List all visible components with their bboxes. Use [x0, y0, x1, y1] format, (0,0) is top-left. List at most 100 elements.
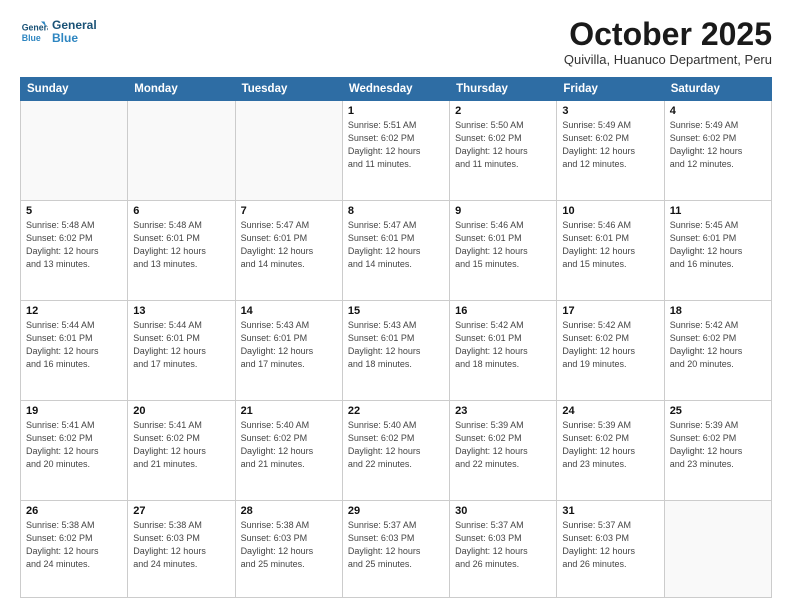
day-number: 8: [348, 205, 444, 217]
day-info: Sunrise: 5:48 AM Sunset: 6:02 PM Dayligh…: [26, 219, 122, 271]
calendar-cell: 24 Sunrise: 5:39 AM Sunset: 6:02 PM Dayli…: [557, 400, 664, 500]
day-number: 31: [562, 505, 658, 517]
calendar-cell: [664, 500, 771, 598]
calendar-cell: 7 Sunrise: 5:47 AM Sunset: 6:01 PM Daylig…: [235, 200, 342, 300]
day-info: Sunrise: 5:46 AM Sunset: 6:01 PM Dayligh…: [455, 219, 551, 271]
calendar-cell: 18 Sunrise: 5:42 AM Sunset: 6:02 PM Dayli…: [664, 300, 771, 400]
day-info: Sunrise: 5:37 AM Sunset: 6:03 PM Dayligh…: [348, 519, 444, 571]
day-info: Sunrise: 5:38 AM Sunset: 6:02 PM Dayligh…: [26, 519, 122, 571]
logo-icon: General Blue: [20, 18, 48, 46]
day-number: 15: [348, 305, 444, 317]
day-number: 21: [241, 405, 337, 417]
day-info: Sunrise: 5:44 AM Sunset: 6:01 PM Dayligh…: [26, 319, 122, 371]
calendar-cell: 11Sunrise: 5:45 AM Sunset: 6:01 PM Dayli…: [664, 200, 771, 300]
day-number: 5: [26, 205, 122, 217]
calendar-cell: 14Sunrise: 5:43 AM Sunset: 6:01 PM Dayli…: [235, 300, 342, 400]
day-info: Sunrise: 5:37 AM Sunset: 6:03 PM Dayligh…: [562, 519, 658, 571]
calendar-cell: 28 Sunrise: 5:38 AM Sunset: 6:03 PM Dayli…: [235, 500, 342, 598]
day-info: Sunrise: 5:39 AM Sunset: 6:02 PM Dayligh…: [670, 419, 766, 471]
day-number: 2: [455, 105, 551, 117]
day-number: 14: [241, 305, 337, 317]
day-info: Sunrise: 5:37 AM Sunset: 6:03 PM Dayligh…: [455, 519, 551, 571]
day-info: Sunrise: 5:42 AM Sunset: 6:02 PM Dayligh…: [562, 319, 658, 371]
calendar-cell: 15 Sunrise: 5:43 AM Sunset: 6:01 PM Dayli…: [342, 300, 449, 400]
calendar-cell: 17 Sunrise: 5:42 AM Sunset: 6:02 PM Dayli…: [557, 300, 664, 400]
day-number: 25: [670, 405, 766, 417]
calendar-cell: [128, 101, 235, 201]
day-info: Sunrise: 5:39 AM Sunset: 6:02 PM Dayligh…: [562, 419, 658, 471]
calendar-cell: 31 Sunrise: 5:37 AM Sunset: 6:03 PM Dayli…: [557, 500, 664, 598]
calendar-week-row: 26 Sunrise: 5:38 AM Sunset: 6:02 PM Dayli…: [21, 500, 772, 598]
day-info: Sunrise: 5:42 AM Sunset: 6:01 PM Dayligh…: [455, 319, 551, 371]
calendar-cell: 8 Sunrise: 5:47 AM Sunset: 6:01 PM Daylig…: [342, 200, 449, 300]
weekday-header: Friday: [557, 78, 664, 101]
day-number: 10: [562, 205, 658, 217]
day-info: Sunrise: 5:38 AM Sunset: 6:03 PM Dayligh…: [133, 519, 229, 571]
day-info: Sunrise: 5:49 AM Sunset: 6:02 PM Dayligh…: [562, 119, 658, 171]
day-info: Sunrise: 5:41 AM Sunset: 6:02 PM Dayligh…: [133, 419, 229, 471]
day-number: 19: [26, 405, 122, 417]
calendar-week-row: 5 Sunrise: 5:48 AM Sunset: 6:02 PM Daylig…: [21, 200, 772, 300]
day-number: 27: [133, 505, 229, 517]
weekday-header: Saturday: [664, 78, 771, 101]
day-info: Sunrise: 5:48 AM Sunset: 6:01 PM Dayligh…: [133, 219, 229, 271]
day-number: 24: [562, 405, 658, 417]
calendar-cell: 12 Sunrise: 5:44 AM Sunset: 6:01 PM Dayli…: [21, 300, 128, 400]
calendar-cell: [235, 101, 342, 201]
calendar-cell: 22 Sunrise: 5:40 AM Sunset: 6:02 PM Dayli…: [342, 400, 449, 500]
calendar-cell: 3 Sunrise: 5:49 AM Sunset: 6:02 PM Daylig…: [557, 101, 664, 201]
day-info: Sunrise: 5:45 AM Sunset: 6:01 PM Dayligh…: [670, 219, 766, 271]
day-number: 1: [348, 105, 444, 117]
logo: General Blue General Blue: [20, 18, 97, 46]
calendar-table: SundayMondayTuesdayWednesdayThursdayFrid…: [20, 77, 772, 598]
calendar-cell: 6Sunrise: 5:48 AM Sunset: 6:01 PM Daylig…: [128, 200, 235, 300]
day-number: 18: [670, 305, 766, 317]
calendar-cell: 25 Sunrise: 5:39 AM Sunset: 6:02 PM Dayli…: [664, 400, 771, 500]
day-number: 17: [562, 305, 658, 317]
day-number: 29: [348, 505, 444, 517]
day-info: Sunrise: 5:40 AM Sunset: 6:02 PM Dayligh…: [348, 419, 444, 471]
day-info: Sunrise: 5:47 AM Sunset: 6:01 PM Dayligh…: [241, 219, 337, 271]
day-number: 28: [241, 505, 337, 517]
calendar-week-row: 19 Sunrise: 5:41 AM Sunset: 6:02 PM Dayli…: [21, 400, 772, 500]
calendar-cell: 4 Sunrise: 5:49 AM Sunset: 6:02 PM Daylig…: [664, 101, 771, 201]
day-number: 22: [348, 405, 444, 417]
day-info: Sunrise: 5:49 AM Sunset: 6:02 PM Dayligh…: [670, 119, 766, 171]
logo-text2: Blue: [52, 32, 97, 45]
weekday-header: Wednesday: [342, 78, 449, 101]
day-info: Sunrise: 5:50 AM Sunset: 6:02 PM Dayligh…: [455, 119, 551, 171]
calendar-cell: 23Sunrise: 5:39 AM Sunset: 6:02 PM Dayli…: [450, 400, 557, 500]
calendar-cell: 5 Sunrise: 5:48 AM Sunset: 6:02 PM Daylig…: [21, 200, 128, 300]
calendar-cell: 19Sunrise: 5:41 AM Sunset: 6:02 PM Dayli…: [21, 400, 128, 500]
day-info: Sunrise: 5:46 AM Sunset: 6:01 PM Dayligh…: [562, 219, 658, 271]
day-info: Sunrise: 5:44 AM Sunset: 6:01 PM Dayligh…: [133, 319, 229, 371]
calendar-cell: 10 Sunrise: 5:46 AM Sunset: 6:01 PM Dayli…: [557, 200, 664, 300]
day-number: 26: [26, 505, 122, 517]
calendar-cell: 21 Sunrise: 5:40 AM Sunset: 6:02 PM Dayli…: [235, 400, 342, 500]
calendar-cell: 29 Sunrise: 5:37 AM Sunset: 6:03 PM Dayli…: [342, 500, 449, 598]
day-info: Sunrise: 5:47 AM Sunset: 6:01 PM Dayligh…: [348, 219, 444, 271]
calendar-cell: 27 Sunrise: 5:38 AM Sunset: 6:03 PM Dayli…: [128, 500, 235, 598]
day-number: 23: [455, 405, 551, 417]
page: General Blue General Blue October 2025 Q…: [0, 0, 792, 612]
month-title: October 2025: [564, 18, 772, 50]
calendar-cell: 26 Sunrise: 5:38 AM Sunset: 6:02 PM Dayli…: [21, 500, 128, 598]
day-number: 4: [670, 105, 766, 117]
calendar-cell: 2 Sunrise: 5:50 AM Sunset: 6:02 PM Daylig…: [450, 101, 557, 201]
day-number: 3: [562, 105, 658, 117]
day-number: 12: [26, 305, 122, 317]
calendar-week-row: 1 Sunrise: 5:51 AM Sunset: 6:02 PM Daylig…: [21, 101, 772, 201]
day-number: 7: [241, 205, 337, 217]
day-info: Sunrise: 5:43 AM Sunset: 6:01 PM Dayligh…: [348, 319, 444, 371]
day-info: Sunrise: 5:38 AM Sunset: 6:03 PM Dayligh…: [241, 519, 337, 571]
day-info: Sunrise: 5:40 AM Sunset: 6:02 PM Dayligh…: [241, 419, 337, 471]
day-info: Sunrise: 5:51 AM Sunset: 6:02 PM Dayligh…: [348, 119, 444, 171]
calendar-cell: 1 Sunrise: 5:51 AM Sunset: 6:02 PM Daylig…: [342, 101, 449, 201]
calendar-cell: 20Sunrise: 5:41 AM Sunset: 6:02 PM Dayli…: [128, 400, 235, 500]
calendar-cell: 13Sunrise: 5:44 AM Sunset: 6:01 PM Dayli…: [128, 300, 235, 400]
calendar-cell: [21, 101, 128, 201]
day-info: Sunrise: 5:42 AM Sunset: 6:02 PM Dayligh…: [670, 319, 766, 371]
weekday-header: Sunday: [21, 78, 128, 101]
svg-text:Blue: Blue: [22, 33, 41, 43]
calendar-week-row: 12 Sunrise: 5:44 AM Sunset: 6:01 PM Dayli…: [21, 300, 772, 400]
